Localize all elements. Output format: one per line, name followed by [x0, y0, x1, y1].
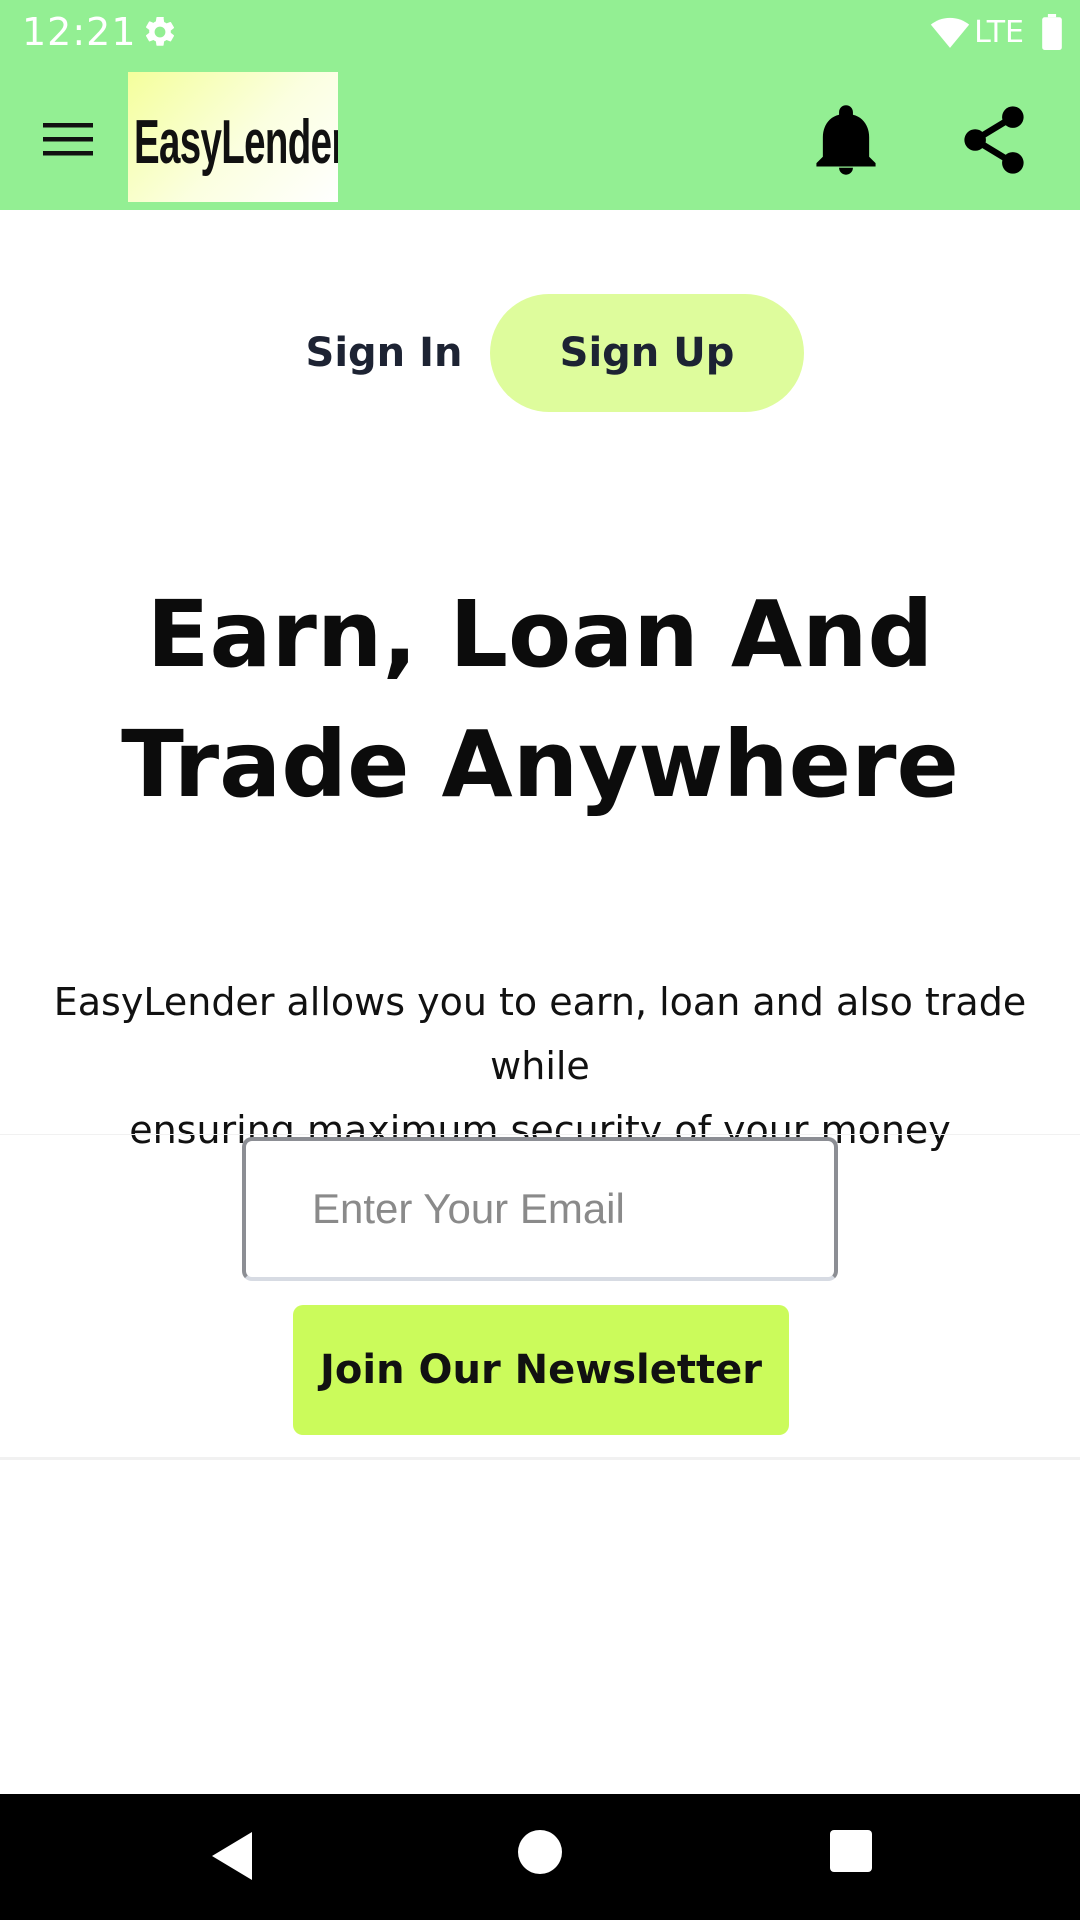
menu-icon	[43, 123, 93, 156]
gear-icon	[145, 16, 175, 46]
auth-tabs: Sign In Sign Up	[0, 294, 1080, 412]
battery-icon	[1042, 14, 1062, 50]
menu-button[interactable]	[36, 107, 100, 171]
share-icon	[964, 106, 1024, 174]
easylender-logo[interactable]: EasyLender	[128, 72, 338, 202]
status-bar: 12:21 LTE	[0, 0, 1080, 64]
logo-text: EasyLender	[134, 107, 338, 177]
newsletter-section: Join Our Newsletter	[0, 1134, 1080, 1460]
join-newsletter-button[interactable]: Join Our Newsletter	[293, 1305, 789, 1435]
notifications-button[interactable]	[810, 100, 882, 180]
share-button[interactable]	[956, 100, 1032, 180]
wifi-icon	[930, 17, 970, 48]
hero-description-line-1: EasyLender allows you to earn, loan and …	[53, 980, 1027, 1088]
hero-title-line-2: Trade Anywhere	[121, 711, 959, 818]
back-icon[interactable]	[200, 1824, 264, 1888]
status-icons: LTE	[930, 12, 1062, 52]
sign-up-tab[interactable]: Sign Up	[490, 294, 804, 412]
app-header: 12:21 LTE EasyLender	[0, 0, 1080, 210]
toolbar: EasyLender	[0, 64, 1080, 210]
sign-in-tab[interactable]: Sign In	[300, 294, 468, 412]
bell-icon	[816, 105, 876, 175]
home-icon[interactable]	[518, 1830, 562, 1874]
network-label: LTE	[974, 14, 1024, 50]
hero-title: Earn, Loan And Trade Anywhere	[40, 570, 1040, 830]
email-input[interactable]	[242, 1137, 838, 1281]
system-navigation-bar	[0, 1794, 1080, 1920]
status-time: 12:21	[22, 10, 137, 54]
recents-icon[interactable]	[830, 1830, 872, 1872]
hero-title-line-1: Earn, Loan And	[146, 581, 934, 688]
